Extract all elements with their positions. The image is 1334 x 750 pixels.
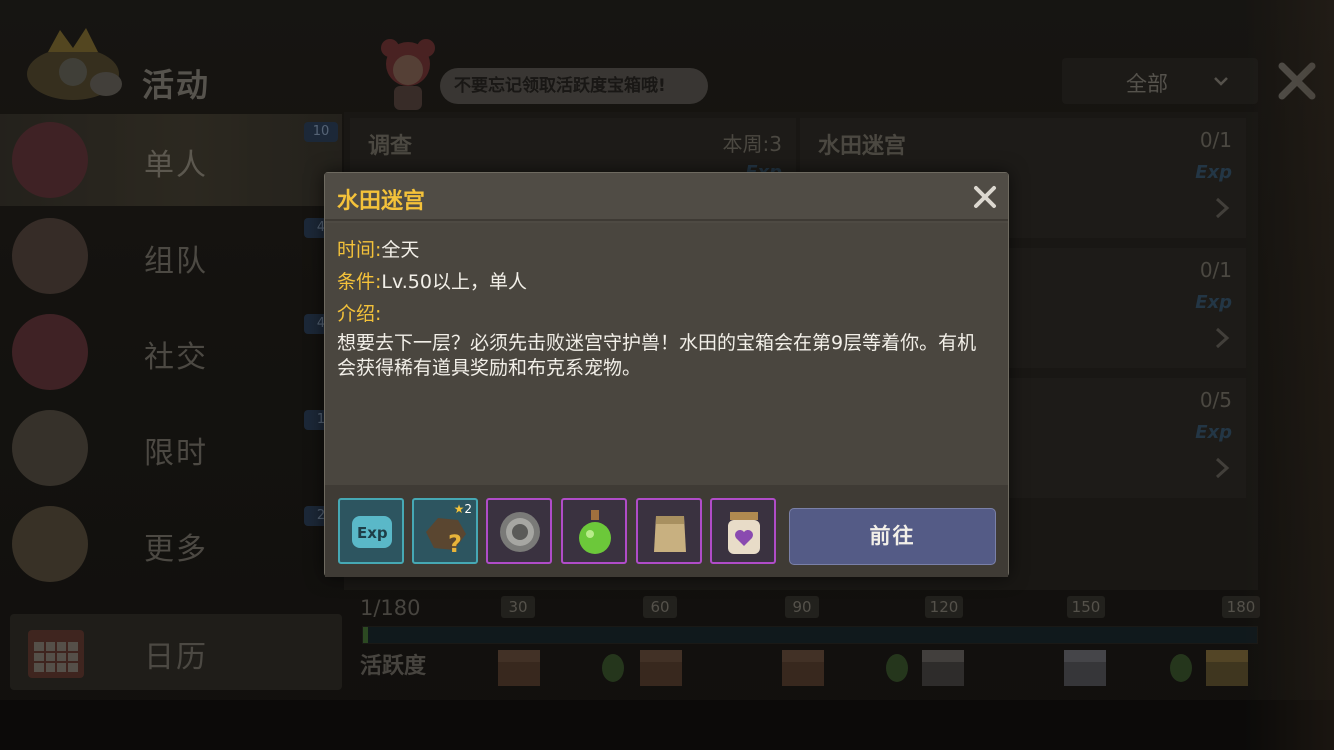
intro-key: 介绍: [337, 303, 382, 325]
condition-key: 条件: [337, 271, 382, 293]
reward-mystery-pet[interactable]: ? ★2 [412, 498, 478, 564]
dialog-body: 时间:全天 条件:Lv.50以上，单人 介绍: 想要去下一层？必须先击败迷宫守护… [325, 223, 1008, 526]
star-badge: ★2 [453, 502, 472, 516]
close-icon[interactable] [973, 185, 997, 209]
green-potion-icon [579, 510, 611, 554]
paper-bag-icon [654, 516, 686, 552]
dialog-header: 水田迷宫 [325, 173, 1008, 221]
exp-icon: Exp [352, 516, 392, 548]
description-text: 想要去下一层？必须先击败迷宫守护兽！水田的宝箱会在第9层等着你。有机会获得稀有道… [337, 332, 977, 379]
reward-heart-jar[interactable] [710, 498, 776, 564]
time-value: 全天 [381, 239, 420, 261]
svg-text:Exp: Exp [357, 524, 388, 542]
goto-button[interactable]: 前往 [789, 508, 996, 565]
svg-text:?: ? [448, 530, 462, 558]
reward-green-potion[interactable] [561, 498, 627, 564]
heart-jar-icon [728, 512, 760, 554]
reward-paper-bag[interactable] [636, 498, 702, 564]
beast-coin-icon [500, 512, 540, 552]
reward-beast-coin[interactable] [486, 498, 552, 564]
condition-row: 条件:Lv.50以上，单人 [337, 267, 527, 294]
time-row: 时间:全天 [337, 235, 419, 262]
condition-value: Lv.50以上，单人 [381, 271, 527, 293]
reward-exp[interactable]: Exp [338, 498, 404, 564]
intro-row: 介绍: [337, 299, 381, 326]
time-key: 时间: [337, 239, 382, 261]
dialog-title: 水田迷宫 [337, 189, 426, 214]
